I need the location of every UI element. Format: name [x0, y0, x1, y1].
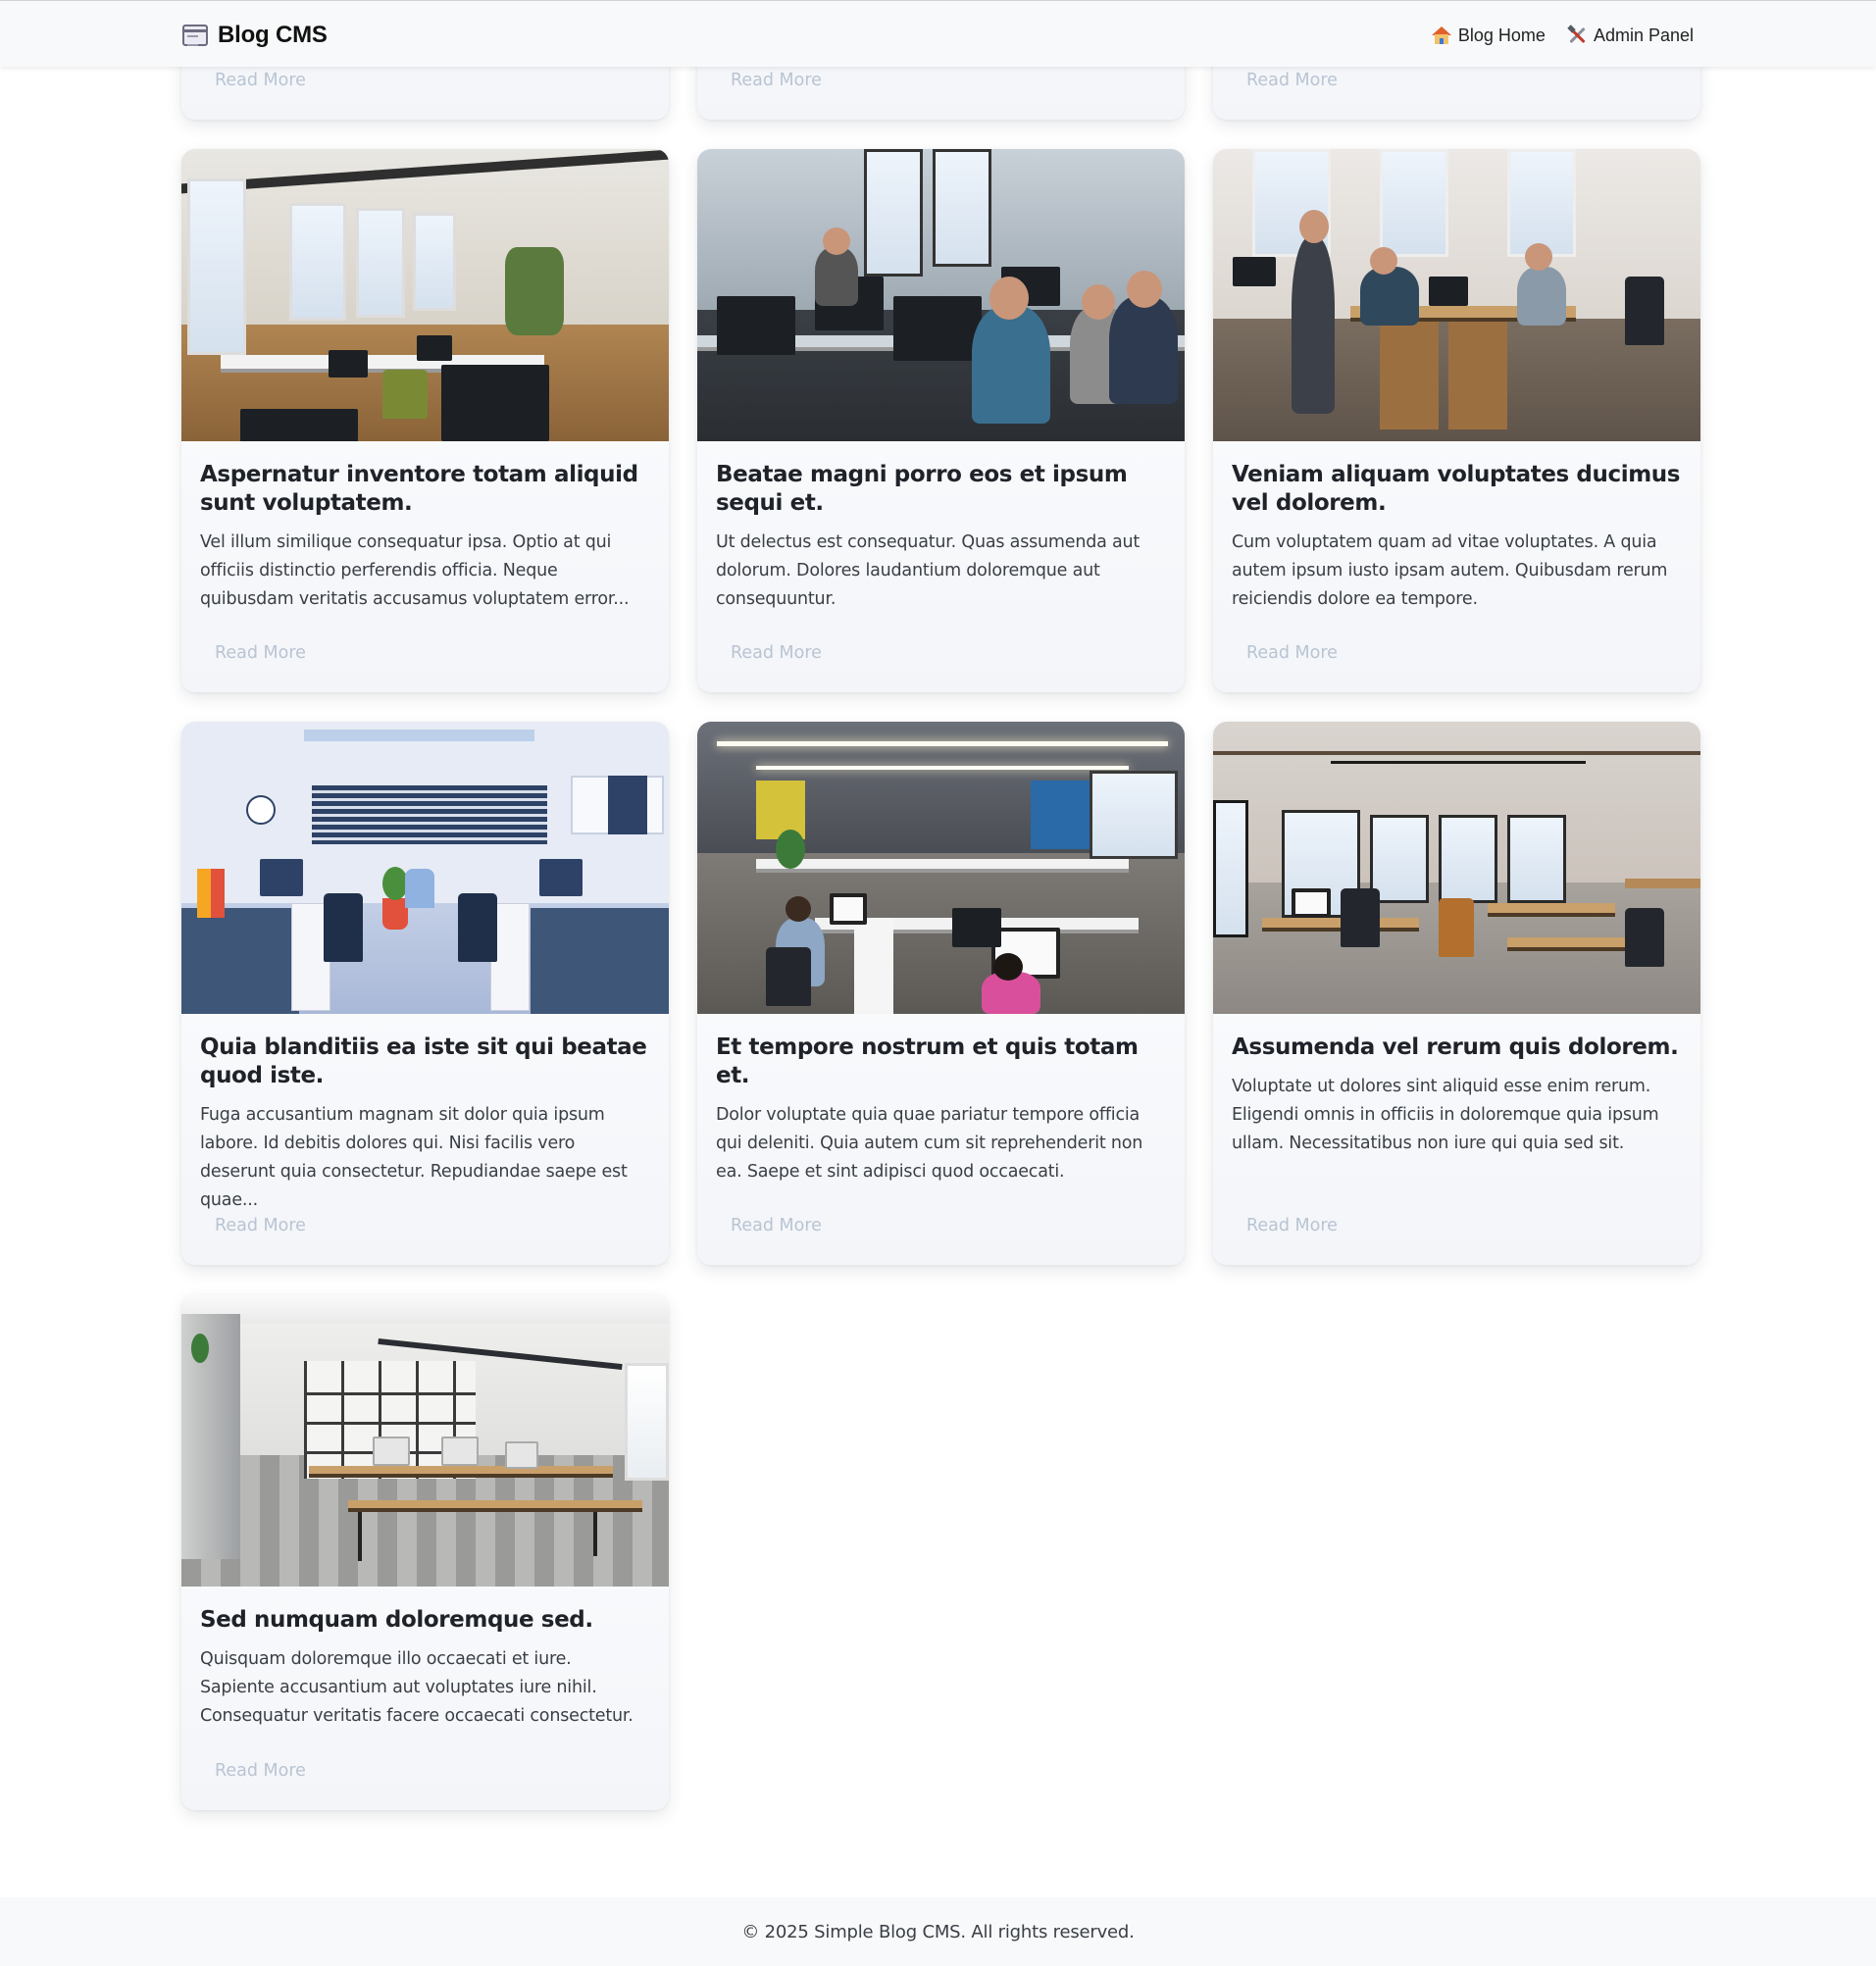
post-excerpt: Quisquam doloremque illo occaecati et iu… — [200, 1649, 634, 1726]
post-title[interactable]: Assumenda vel rerum quis dolorem. — [1232, 1033, 1682, 1062]
read-more-link[interactable]: Read More — [215, 1216, 306, 1235]
nav-link-label: Blog Home — [1457, 25, 1546, 45]
brand-link[interactable]: Blog CMS — [182, 19, 328, 52]
read-more-link[interactable]: Read More — [731, 71, 822, 90]
post-card: Et tempore nostrum et quis totam et. Dol… — [697, 722, 1185, 1265]
house-icon — [1431, 26, 1451, 44]
post-excerpt: Dolor voluptate quia quae pariatur tempo… — [716, 1105, 1143, 1182]
post-image[interactable] — [181, 722, 669, 1014]
post-excerpt: Fuga accusantium magnam sit dolor quia i… — [200, 1105, 628, 1210]
post-image[interactable] — [697, 149, 1185, 441]
top-navbar: Blog CMS Blog Home Admin Panel — [0, 0, 1876, 67]
read-more-link[interactable]: Read More — [1246, 71, 1338, 90]
post-title[interactable]: Sed numquam doloremque sed. — [200, 1606, 650, 1635]
nav-link-blog-home[interactable]: Blog Home — [1431, 25, 1546, 46]
post-title[interactable]: Et tempore nostrum et quis totam et. — [716, 1033, 1166, 1090]
read-more-link[interactable]: Read More — [731, 1216, 822, 1235]
post-excerpt: Vel illum similique consequatur ipsa. Op… — [200, 532, 630, 609]
post-excerpt: Ut delectus est consequatur. Quas assume… — [716, 532, 1141, 609]
read-more-link[interactable]: Read More — [1246, 643, 1338, 663]
read-more-link[interactable]: Read More — [215, 1761, 306, 1781]
post-image[interactable] — [1213, 722, 1700, 1014]
read-more-link[interactable]: Read More — [215, 643, 306, 663]
post-title[interactable]: Quia blanditiis ea iste sit qui beatae q… — [200, 1033, 650, 1090]
post-card: Aspernatur inventore totam aliquid sunt … — [181, 149, 669, 692]
read-more-link[interactable]: Read More — [731, 643, 822, 663]
nav-links: Blog Home Admin Panel — [1431, 19, 1694, 52]
tools-icon — [1567, 25, 1587, 45]
nav-link-admin-panel[interactable]: Admin Panel — [1567, 25, 1694, 46]
post-card: Veniam aliquam voluptates ducimus vel do… — [1213, 149, 1700, 692]
brand-title: Blog CMS — [218, 22, 328, 48]
footer-copyright: © 2025 Simple Blog CMS. All rights reser… — [741, 1921, 1135, 1942]
post-title[interactable]: Aspernatur inventore totam aliquid sunt … — [200, 461, 650, 518]
post-image[interactable] — [697, 722, 1185, 1014]
nav-link-label: Admin Panel — [1593, 25, 1694, 45]
post-card: Assumenda vel rerum quis dolorem. Volupt… — [1213, 722, 1700, 1265]
post-excerpt: Voluptate ut dolores sint aliquid esse e… — [1232, 1077, 1659, 1153]
read-more-link[interactable]: Read More — [1246, 1216, 1338, 1235]
post-card: Sed numquam doloremque sed. Quisquam dol… — [181, 1294, 669, 1810]
post-image[interactable] — [1213, 149, 1700, 441]
post-image[interactable] — [181, 1294, 669, 1587]
post-title[interactable]: Veniam aliquam voluptates ducimus vel do… — [1232, 461, 1682, 518]
post-card: Beatae magni porro eos et ipsum sequi et… — [697, 149, 1185, 692]
post-grid: Read More Read More Read More Aspernatur… — [181, 0, 1700, 1863]
post-title[interactable]: Beatae magni porro eos et ipsum sequi et… — [716, 461, 1166, 518]
newspaper-icon — [182, 25, 208, 46]
page-footer: © 2025 Simple Blog CMS. All rights reser… — [0, 1897, 1876, 1966]
post-excerpt: Cum voluptatem quam ad vitae voluptates.… — [1232, 532, 1668, 609]
post-card: Quia blanditiis ea iste sit qui beatae q… — [181, 722, 669, 1265]
post-image[interactable] — [181, 149, 669, 441]
read-more-link[interactable]: Read More — [215, 71, 306, 90]
